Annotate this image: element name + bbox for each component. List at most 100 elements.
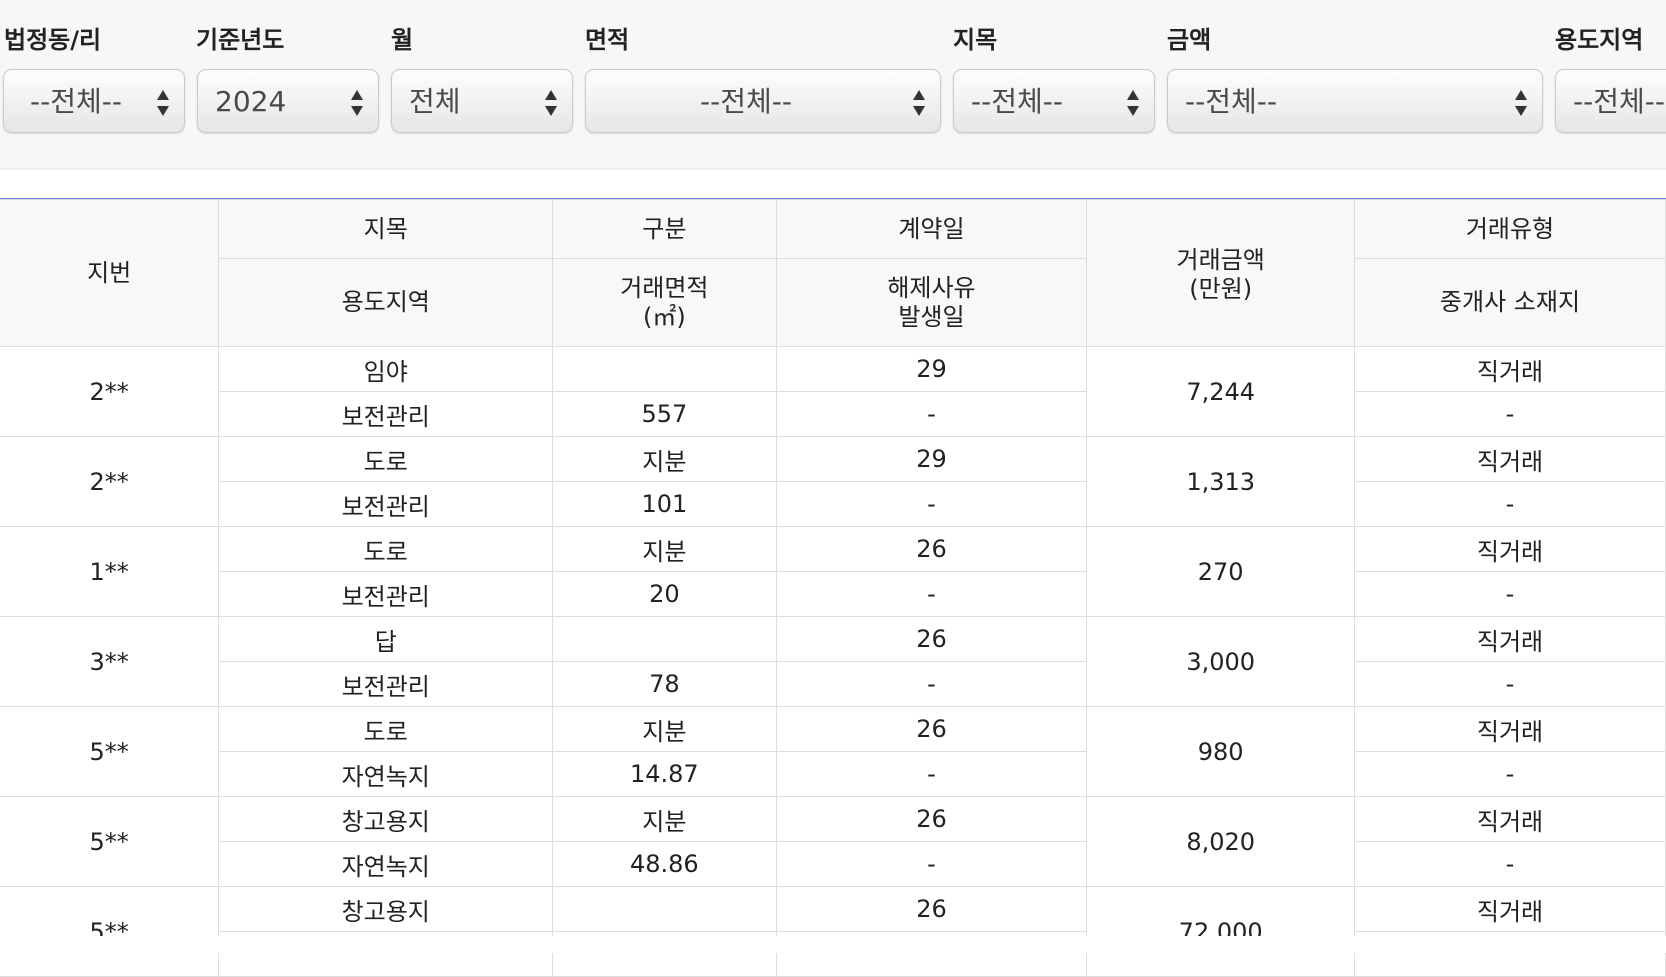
- zoning-cell: 보전관리: [218, 571, 554, 617]
- lot-cell: 2**: [0, 346, 220, 437]
- land-category-cell: 답: [218, 616, 554, 662]
- broker-cell: -: [1353, 751, 1666, 797]
- land-category-cell: 도로: [218, 526, 554, 572]
- price-cell: 72,000: [1086, 886, 1355, 977]
- dong-select[interactable]: --전체--: [3, 69, 185, 133]
- price-select[interactable]: --전체--: [1167, 69, 1543, 133]
- division-cell: [552, 616, 777, 662]
- division-cell: 지분: [552, 526, 777, 572]
- area-select[interactable]: --전체--: [585, 69, 941, 133]
- select-arrows-icon: [156, 89, 170, 117]
- deal-type-cell: 직거래: [1353, 886, 1666, 932]
- select-arrows-icon: [544, 89, 558, 117]
- contract-day-cell: 29: [775, 436, 1088, 482]
- lot-cell: 5**: [0, 706, 220, 797]
- division-cell: 지분: [552, 706, 777, 752]
- deal-type-cell: 직거래: [1353, 616, 1666, 662]
- select-arrows-icon: [1514, 89, 1528, 117]
- zoning-cell: 보전관리: [218, 391, 554, 437]
- table-row-sub: 보전관리 78 - -: [0, 661, 1666, 707]
- filter-label-dong: 법정동/리: [4, 26, 102, 54]
- table-row-sub: 보전관리 557 - -: [0, 391, 1666, 437]
- header-lot-number: 지번: [0, 199, 220, 347]
- select-arrows-icon: [350, 89, 364, 117]
- contract-day-cell: 26: [775, 526, 1088, 572]
- broker-cell: -: [1353, 661, 1666, 707]
- division-cell: 지분: [552, 796, 777, 842]
- header-contract-day: 계약일: [775, 199, 1088, 259]
- land-category-cell: 창고용지: [218, 886, 554, 932]
- table-row: 2** 도로 지분 29 1,313 직거래: [0, 436, 1666, 527]
- header-land-category: 지목: [218, 199, 554, 259]
- price-cell: 8,020: [1086, 796, 1355, 887]
- zoning-select-value: --전체--: [1573, 85, 1665, 118]
- table-row: 5** 도로 지분 26 980 직거래: [0, 706, 1666, 797]
- land-category-cell: 임야: [218, 346, 554, 392]
- deal-type-cell: 직거래: [1353, 706, 1666, 752]
- contract-day-cell: 26: [775, 616, 1088, 662]
- lot-cell: 3**: [0, 616, 220, 707]
- year-select-value: 2024: [215, 85, 287, 118]
- transaction-table: 지번 지목 구분 계약일 거래금액 (만원) 거래유형 용도지역 거래면적 (㎡…: [0, 199, 1666, 977]
- viewport-bottom-clip: [0, 936, 1666, 953]
- filter-label-land-category: 지목: [953, 26, 998, 54]
- deal-type-cell: 직거래: [1353, 346, 1666, 392]
- filter-bar: 법정동/리 --전체-- 기준년도 2024 월 전체 면적 --전체-- 지목…: [0, 0, 1666, 170]
- price-cell: 1,313: [1086, 436, 1355, 527]
- filter-label-month: 월: [391, 26, 414, 54]
- header-zoning: 용도지역: [218, 258, 554, 347]
- header-price: 거래금액 (만원): [1086, 199, 1355, 347]
- area-cell: 20: [552, 571, 777, 617]
- price-select-value: --전체--: [1185, 85, 1277, 118]
- table-row-sub: 보전관리 101 - -: [0, 481, 1666, 527]
- price-cell: 270: [1086, 526, 1355, 617]
- filter-label-year: 기준년도: [196, 26, 285, 54]
- division-cell: [552, 346, 777, 392]
- area-cell: 14.87: [552, 751, 777, 797]
- lot-cell: 5**: [0, 796, 220, 887]
- header-division: 구분: [552, 199, 777, 259]
- land-category-select-value: --전체--: [971, 85, 1063, 118]
- filter-label-area: 면적: [585, 26, 630, 54]
- table-row: 5** 창고용지 지분 26 8,020 직거래: [0, 796, 1666, 887]
- cancel-cell: -: [775, 571, 1088, 617]
- contract-day-cell: 26: [775, 706, 1088, 752]
- cancel-cell: -: [775, 481, 1088, 527]
- select-arrows-icon: [1126, 89, 1140, 117]
- select-arrows-icon: [912, 89, 926, 117]
- filter-label-zoning: 용도지역: [1555, 26, 1644, 54]
- lot-cell: 1**: [0, 526, 220, 617]
- zoning-select[interactable]: --전체--: [1555, 69, 1666, 133]
- table-row-sub: 자연녹지 48.86 - -: [0, 841, 1666, 887]
- price-cell: 7,244: [1086, 346, 1355, 437]
- price-cell: 980: [1086, 706, 1355, 797]
- header-area: 거래면적 (㎡): [552, 258, 777, 347]
- area-cell: 557: [552, 391, 777, 437]
- zoning-cell: 보전관리: [218, 661, 554, 707]
- division-cell: 지분: [552, 436, 777, 482]
- dong-select-value: --전체--: [30, 85, 122, 118]
- month-select[interactable]: 전체: [391, 69, 573, 133]
- cancel-cell: -: [775, 661, 1088, 707]
- zoning-cell: 자연녹지: [218, 841, 554, 887]
- year-select[interactable]: 2024: [197, 69, 379, 133]
- area-cell: 101: [552, 481, 777, 527]
- land-category-cell: 도로: [218, 706, 554, 752]
- contract-day-cell: 26: [775, 796, 1088, 842]
- cancel-cell: -: [775, 751, 1088, 797]
- header-broker-location: 중개사 소재지: [1353, 258, 1666, 347]
- table-row: 5** 창고용지 26 72,000 직거래: [0, 886, 1666, 977]
- lot-cell: 2**: [0, 436, 220, 527]
- land-category-select[interactable]: --전체--: [953, 69, 1155, 133]
- cancel-cell: -: [775, 391, 1088, 437]
- division-cell: [552, 886, 777, 932]
- month-select-value: 전체: [409, 85, 461, 118]
- zoning-cell: 보전관리: [218, 481, 554, 527]
- table-row-sub: 보전관리 20 - -: [0, 571, 1666, 617]
- zoning-cell: 자연녹지: [218, 751, 554, 797]
- table-row: 1** 도로 지분 26 270 직거래: [0, 526, 1666, 617]
- cancel-cell: -: [775, 841, 1088, 887]
- broker-cell: -: [1353, 391, 1666, 437]
- table-row-sub: 자연녹지 14.87 - -: [0, 751, 1666, 797]
- broker-cell: -: [1353, 571, 1666, 617]
